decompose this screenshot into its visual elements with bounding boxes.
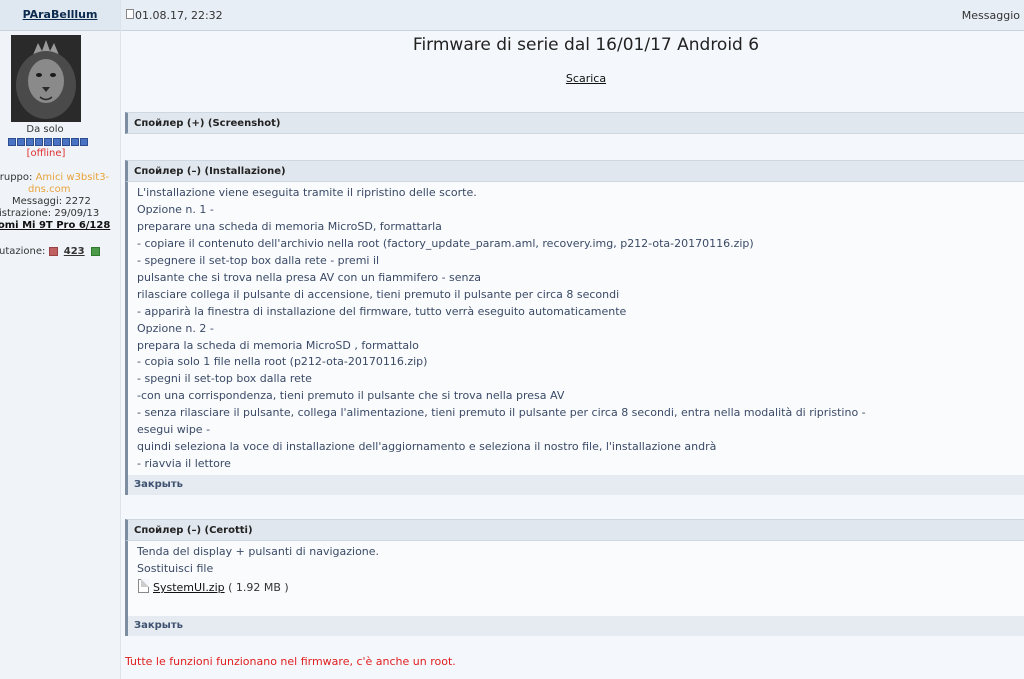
post-footnote: Tutte le funzioni funzionano nel firmwar… bbox=[125, 655, 456, 668]
group-row-cont: dns.com bbox=[28, 184, 70, 195]
avatar bbox=[11, 35, 81, 122]
attachment-link[interactable]: SystemUI.zip bbox=[153, 581, 225, 594]
download-link[interactable]: Scarica bbox=[121, 72, 1024, 85]
username-link[interactable]: PAraBelllum bbox=[23, 8, 98, 21]
rank-pip bbox=[17, 138, 25, 146]
reputation-minus-icon[interactable] bbox=[48, 246, 58, 256]
patches-line: Sostituisci file bbox=[137, 562, 214, 575]
rank-pip bbox=[53, 138, 61, 146]
lion-avatar-icon bbox=[11, 35, 81, 122]
rank-pip bbox=[62, 138, 70, 146]
install-line: pulsante che si trova nella presa AV con… bbox=[137, 271, 482, 284]
post-link-icon[interactable] bbox=[126, 9, 134, 19]
user-status: Da solo bbox=[26, 124, 64, 135]
install-line: - spegnere il set-top box dalla rete - p… bbox=[137, 254, 380, 267]
device-row: Xiaomi Mi 9T Pro 6/128 bbox=[0, 220, 110, 231]
spoiler-patches-body: Tenda del display + pulsanti di navigazi… bbox=[125, 541, 1024, 616]
group-label: Gruppo: bbox=[0, 172, 33, 183]
file-icon bbox=[138, 579, 149, 593]
install-line: preparare una scheda di memoria MicroSD,… bbox=[137, 220, 442, 233]
post-date-text: 01.08.17, 22:32 bbox=[135, 9, 223, 22]
post-title: Firmware di serie dal 16/01/17 Android 6 bbox=[412, 35, 760, 55]
install-line: - copiare il contenuto dell'archivio nel… bbox=[137, 237, 754, 250]
spoiler-install-close[interactable]: Закрыть bbox=[125, 475, 1024, 495]
attachment-size: ( 1.92 MB ) bbox=[228, 581, 289, 594]
install-line: - senza rilasciare il pulsante, collega … bbox=[137, 406, 866, 419]
spoiler-screenshot-header[interactable]: Спойлер (+) (Screenshot) bbox=[125, 112, 1024, 134]
install-line: L'installazione viene eseguita tramite i… bbox=[137, 186, 477, 199]
install-line: - apparirà la finestra di installazione … bbox=[137, 305, 627, 318]
online-status: [offline] bbox=[26, 148, 66, 159]
attachment: SystemUI.zip ( 1.92 MB ) bbox=[138, 579, 289, 594]
install-line: -con una corrispondenza, tieni premuto i… bbox=[137, 389, 565, 402]
reputation-label: Reputazione: bbox=[0, 246, 46, 257]
rank-pip bbox=[80, 138, 88, 146]
spoiler-patches-close[interactable]: Закрыть bbox=[125, 616, 1024, 636]
user-info-column: PAraBelllum Da solo [offline] Gruppo: Am… bbox=[0, 0, 121, 679]
registration-label: Registrazione: bbox=[0, 208, 52, 219]
install-line: - copia solo 1 file nella root (p212-ota… bbox=[137, 355, 428, 368]
registration-row: Registrazione: 29/09/13 bbox=[0, 208, 99, 219]
rank-pip bbox=[35, 138, 43, 146]
patches-line: Tenda del display + pulsanti di navigazi… bbox=[137, 545, 380, 558]
spoiler-install-body: L'installazione viene eseguita tramite i… bbox=[125, 182, 1024, 475]
reputation-value[interactable]: 423 bbox=[64, 246, 85, 257]
install-line: Opzione n. 1 - bbox=[137, 203, 214, 216]
messages-value: 2272 bbox=[65, 196, 91, 207]
post-header-bar: 01.08.17, 22:32 Messaggio bbox=[121, 0, 1024, 31]
device-link[interactable]: Xiaomi Mi 9T Pro 6/128 bbox=[0, 220, 110, 231]
post-date: 01.08.17, 22:32 bbox=[126, 9, 223, 22]
install-line: esegui wipe - bbox=[137, 423, 211, 436]
install-line: quindi seleziona la voce di installazion… bbox=[137, 440, 717, 453]
reputation-plus-icon[interactable] bbox=[90, 246, 100, 256]
install-line: prepara la scheda di memoria MicroSD , f… bbox=[137, 339, 419, 352]
spoiler-patches-header[interactable]: Спойлер (–) (Cerotti) bbox=[125, 519, 1024, 541]
group-link-cont[interactable]: dns.com bbox=[28, 184, 70, 195]
spoiler-install-header[interactable]: Спойлер (–) (Installazione) bbox=[125, 160, 1024, 182]
rank-indicator bbox=[3, 138, 93, 147]
rank-pip bbox=[8, 138, 16, 146]
install-line: rilasciare collega il pulsante di accens… bbox=[137, 288, 620, 301]
messages-label: Messaggi: bbox=[12, 196, 63, 207]
message-link[interactable]: Messaggio bbox=[962, 9, 1020, 22]
registration-value: 29/09/13 bbox=[54, 208, 100, 219]
username-bar: PAraBelllum bbox=[0, 0, 120, 31]
messages-row: Messaggi: 2272 bbox=[12, 196, 91, 207]
install-line: - spegni il set-top box dalla rete bbox=[137, 372, 312, 385]
reputation-row: Reputazione: 423 bbox=[0, 246, 100, 257]
rank-pip bbox=[26, 138, 34, 146]
rank-pip bbox=[71, 138, 79, 146]
install-line: - riavvia il lettore bbox=[137, 457, 231, 470]
group-row: Gruppo: Amici w3bsit3- bbox=[0, 172, 109, 183]
group-link[interactable]: Amici w3bsit3- bbox=[36, 172, 110, 183]
post-body: Firmware di serie dal 16/01/17 Android 6… bbox=[121, 31, 1024, 679]
rank-pip bbox=[44, 138, 52, 146]
install-line: Opzione n. 2 - bbox=[137, 322, 214, 335]
